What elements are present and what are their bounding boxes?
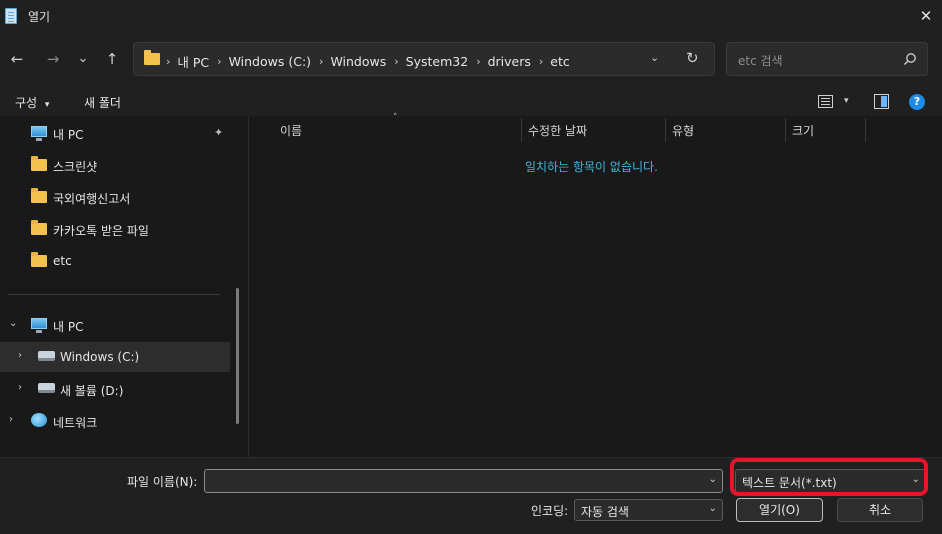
filename-field[interactable]: ⌄: [204, 469, 723, 493]
breadcrumb-item[interactable]: Windows: [330, 54, 386, 69]
chevron-down-icon[interactable]: ⌄: [709, 474, 717, 485]
back-button[interactable]: ←: [6, 48, 28, 70]
address-dropdown-button[interactable]: ⌄: [650, 51, 659, 64]
quick-access-item-kakaotalk[interactable]: 카카오톡 받은 파일: [0, 214, 230, 244]
column-divider[interactable]: [785, 118, 786, 142]
quick-access-item-my-pc[interactable]: 내 PC ✦: [0, 118, 230, 148]
open-button[interactable]: 열기(O): [736, 498, 823, 522]
chevron-down-icon[interactable]: ▾: [844, 96, 849, 106]
notepad-icon: [5, 8, 17, 24]
organize-button[interactable]: 구성 ▾: [15, 94, 49, 111]
breadcrumb-item[interactable]: Windows (C:): [229, 54, 311, 69]
breadcrumb-separator[interactable]: ›: [217, 55, 221, 68]
nav-item-label: 새 볼륨 (D:): [60, 384, 124, 398]
filename-label: 파일 이름(N):: [127, 475, 198, 489]
search-placeholder: etc 검색: [738, 54, 783, 68]
folder-icon: [31, 156, 47, 171]
cancel-button[interactable]: 취소: [837, 498, 923, 522]
breadcrumb-item[interactable]: 내 PC: [177, 52, 209, 71]
refresh-button[interactable]: ↻: [686, 49, 699, 67]
preview-pane-icon[interactable]: [874, 94, 889, 109]
breadcrumb-separator[interactable]: ›: [319, 55, 323, 68]
new-folder-button[interactable]: 새 폴더: [84, 94, 121, 111]
breadcrumb: › 내 PC › Windows (C:) › Windows › System…: [166, 52, 570, 71]
breadcrumb-separator[interactable]: ›: [476, 55, 480, 68]
view-options-icon[interactable]: [818, 95, 833, 108]
pc-icon: [31, 126, 47, 141]
nav-item-label: Windows (C:): [60, 350, 140, 364]
tree-item-my-pc[interactable]: ⌄ 내 PC: [0, 310, 230, 340]
sort-indicator-icon: ˄: [393, 113, 398, 123]
folder-icon: [31, 188, 47, 203]
address-bar[interactable]: › 내 PC › Windows (C:) › Windows › System…: [133, 42, 715, 76]
column-divider[interactable]: [865, 118, 866, 142]
chevron-right-icon[interactable]: ›: [18, 350, 22, 361]
empty-folder-message: 일치하는 항목이 없습니다.: [525, 160, 658, 174]
chevron-down-icon: ⌄: [708, 503, 717, 514]
close-button[interactable]: ✕: [914, 6, 938, 26]
quick-access-item-screenshots[interactable]: 스크린샷: [0, 150, 230, 180]
chevron-down-icon: ▾: [44, 100, 50, 110]
search-icon[interactable]: [903, 52, 917, 66]
up-button[interactable]: ↑: [101, 48, 123, 70]
drive-icon: [38, 351, 55, 361]
network-icon: [31, 413, 47, 427]
quick-access-item-travel-report[interactable]: 국외여행신고서: [0, 182, 230, 212]
folder-icon: [31, 220, 47, 235]
quick-access-item-etc[interactable]: etc: [0, 246, 230, 276]
pc-icon: [31, 318, 47, 333]
chevron-right-icon[interactable]: ›: [18, 382, 22, 393]
navigation-bar: ← → ⌄ ↑ › 내 PC › Windows (C:) › Windows …: [0, 32, 942, 88]
column-header-size[interactable]: 크기: [792, 122, 814, 139]
chevron-down-icon[interactable]: ⌄: [9, 318, 17, 329]
navigation-pane: 내 PC ✦ 스크린샷 국외여행신고서 카카오톡 받은 파일 etc ⌄ 내 P…: [0, 116, 248, 457]
breadcrumb-separator[interactable]: ›: [539, 55, 543, 68]
tree-item-windows-c[interactable]: › Windows (C:): [0, 342, 230, 372]
encoding-select[interactable]: 자동 검색 ⌄: [574, 499, 723, 521]
folder-icon: [31, 252, 47, 267]
title-bar: 열기 ✕: [0, 0, 942, 32]
highlight-annotation: [730, 458, 928, 496]
nav-item-label: 국외여행신고서: [53, 192, 131, 206]
tree-item-network[interactable]: › 네트워크: [0, 406, 230, 436]
encoding-label: 인코딩:: [531, 504, 569, 518]
column-divider[interactable]: [521, 118, 522, 142]
help-icon[interactable]: ?: [909, 94, 925, 110]
nav-item-label: 카카오톡 받은 파일: [53, 224, 149, 238]
breadcrumb-item[interactable]: drivers: [488, 54, 531, 69]
nav-item-label: 스크린샷: [53, 160, 98, 174]
nav-item-label: etc: [53, 254, 72, 268]
nav-item-label: 내 PC: [53, 320, 84, 334]
tree-item-volume-d[interactable]: › 새 볼륨 (D:): [0, 374, 230, 404]
breadcrumb-item[interactable]: etc: [550, 54, 569, 69]
drive-icon: [38, 383, 55, 393]
breadcrumb-separator: ›: [166, 55, 171, 68]
command-bar: 구성 ▾ 새 폴더 ▾ ?: [0, 88, 942, 116]
folder-icon: [144, 50, 160, 65]
column-header-date-modified[interactable]: 수정한 날짜: [528, 122, 587, 139]
nav-item-label: 내 PC: [53, 128, 84, 142]
window-title: 열기: [28, 10, 51, 24]
column-divider[interactable]: [665, 118, 666, 142]
encoding-value: 자동 검색: [581, 505, 629, 519]
nav-divider: [8, 294, 220, 295]
column-header-name[interactable]: 이름: [280, 122, 302, 139]
breadcrumb-item[interactable]: System32: [406, 54, 469, 69]
nav-item-label: 네트워크: [53, 416, 98, 430]
nav-scrollbar[interactable]: [236, 288, 239, 424]
chevron-right-icon[interactable]: ›: [9, 414, 13, 425]
forward-button[interactable]: →: [42, 48, 64, 70]
search-input[interactable]: etc 검색: [726, 42, 928, 76]
breadcrumb-separator[interactable]: ›: [394, 55, 398, 68]
organize-label: 구성: [15, 96, 38, 110]
pin-icon[interactable]: ✦: [214, 126, 223, 139]
recent-locations-button[interactable]: ⌄: [72, 48, 94, 70]
file-list: ˄ 이름 수정한 날짜 유형 크기 일치하는 항목이 없습니다.: [249, 113, 942, 457]
column-header-type[interactable]: 유형: [672, 122, 694, 139]
